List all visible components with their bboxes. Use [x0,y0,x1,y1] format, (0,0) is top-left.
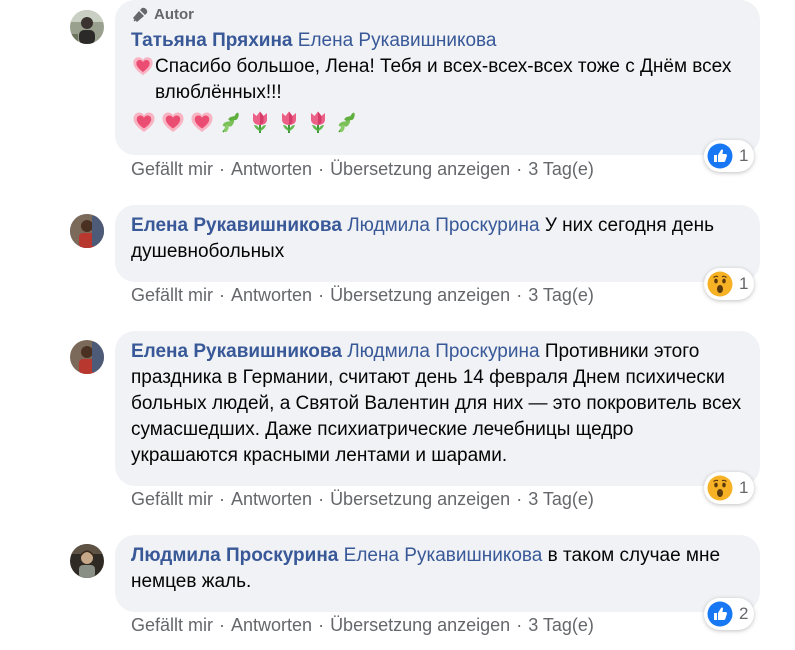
reaction-count[interactable]: 1 [704,268,755,300]
heart-emoji [189,109,215,135]
reaction-count-number: 1 [739,146,749,165]
comment-mention[interactable]: Людмила Проскурина [347,215,539,236]
comment-actions: Gefällt mir · Antworten · Übersetzung anzeig… [131,489,594,510]
comment-bubble: Елена Рукавишникова Людмила Проскурина П… [115,331,760,486]
comment-mention[interactable]: Елена Рукавишникова [298,30,497,51]
separator: · [516,285,523,305]
comment-actions: Gefällt mir · Antworten · Übersetzung anzeig… [131,615,594,636]
comment-body: Елена Рукавишникова Людмила Проскурина П… [131,339,744,469]
tulip-emoji [247,109,273,135]
comment-bubble: Autor Татьяна Пряхина Елена Рукавишников… [115,0,760,155]
timestamp-link[interactable]: 3 Tag(e) [528,615,594,635]
comment-author[interactable]: Елена Рукавишникова [131,341,342,362]
comment-actions: Gefällt mir · Antworten · Übersetzung anzeig… [131,285,594,306]
comment-author[interactable]: Людмила Проскурина [131,545,338,566]
comment-author[interactable]: Татьяна Пряхина [131,30,292,51]
timestamp-link[interactable]: 3 Tag(e) [528,285,594,305]
separator: · [318,285,325,305]
tulip-emoji [305,109,331,135]
reaction-count-number: 2 [739,604,749,623]
like-link[interactable]: Gefällt mir [131,285,213,305]
translate-link[interactable]: Übersetzung anzeigen [330,285,510,305]
separator: · [219,285,226,305]
avatar[interactable] [70,214,104,248]
separator: · [516,489,523,509]
comment-actions: Gefällt mir · Antworten · Übersetzung anzeig… [131,159,594,180]
reply-link[interactable]: Antworten [231,159,312,179]
comment-body: Людмила Проскурина Елена Рукавишникова в… [131,543,744,595]
translate-link[interactable]: Übersetzung anzeigen [330,489,510,509]
comment-text: Спасибо большое, Лена! Тебя и всех-всех-… [155,56,732,103]
wow-reaction-icon [707,271,733,297]
timestamp-link[interactable]: 3 Tag(e) [528,489,594,509]
reaction-count[interactable]: 1 [704,140,755,172]
separator: · [318,615,325,635]
reaction-count[interactable]: 1 [704,472,755,504]
avatar[interactable] [70,10,104,44]
separator: · [318,159,325,179]
heart-emoji [160,109,186,135]
author-badge: Autor [131,5,744,25]
comment-mention[interactable]: Людмила Проскурина [347,341,539,362]
tulip-emoji [276,109,302,135]
reply-link[interactable]: Antworten [231,285,312,305]
separator: · [516,615,523,635]
like-reaction-icon [707,601,733,627]
comment-body: Елена Рукавишникова Людмила Проскурина У… [131,213,744,265]
translate-link[interactable]: Übersetzung anzeigen [330,159,510,179]
reply-link[interactable]: Antworten [231,489,312,509]
comment-bubble: Елена Рукавишникова Людмила Проскурина У… [115,205,760,282]
separator: · [219,615,226,635]
separator: · [219,489,226,509]
avatar[interactable] [70,340,104,374]
reaction-count-number: 1 [739,478,749,497]
comment-author[interactable]: Елена Рукавишникова [131,215,342,236]
heart-emoji [131,54,155,78]
avatar[interactable] [70,544,104,578]
like-reaction-icon [707,143,733,169]
wow-reaction-icon [707,475,733,501]
comment-body: Татьяна Пряхина Елена Рукавишникова Спас… [131,28,744,106]
separator: · [516,159,523,179]
separator: · [318,489,325,509]
reaction-count-number: 1 [739,274,749,293]
timestamp-link[interactable]: 3 Tag(e) [528,159,594,179]
emoji-row [131,108,744,136]
reaction-count[interactable]: 2 [704,598,755,630]
translate-link[interactable]: Übersetzung anzeigen [330,615,510,635]
like-link[interactable]: Gefällt mir [131,489,213,509]
like-link[interactable]: Gefällt mir [131,615,213,635]
reply-link[interactable]: Antworten [231,615,312,635]
comment-bubble: Людмила Проскурина Елена Рукавишникова в… [115,535,760,612]
microphone-icon [133,7,148,22]
like-link[interactable]: Gefällt mir [131,159,213,179]
comment-mention[interactable]: Елена Рукавишникова [344,545,543,566]
author-badge-label: Autor [154,6,194,23]
heart-emoji [131,109,157,135]
separator: · [219,159,226,179]
herb-emoji [218,109,244,135]
herb-emoji [334,109,360,135]
